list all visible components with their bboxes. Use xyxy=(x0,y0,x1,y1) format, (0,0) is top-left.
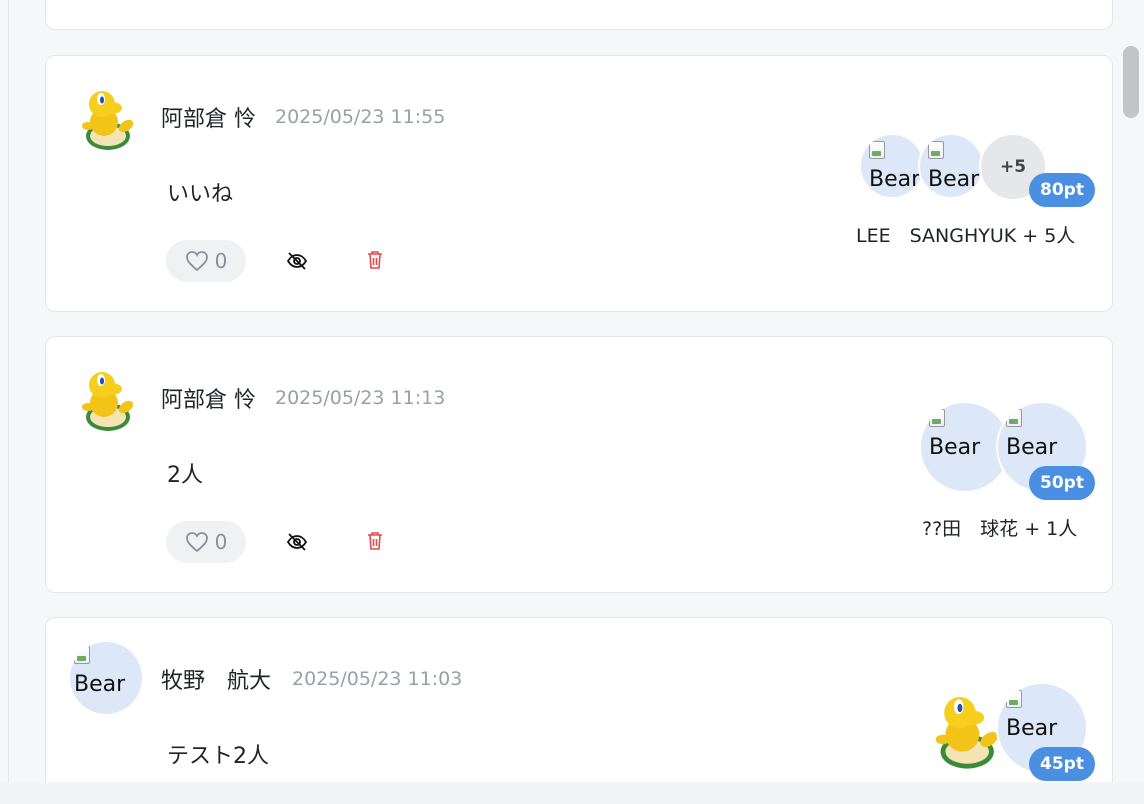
recipients-label: ??田 球花 + 1人 xyxy=(922,518,1078,540)
recipients-label: LEE SANGHYUK + 5人 xyxy=(856,225,1076,247)
trash-icon[interactable] xyxy=(366,531,384,551)
post-message: いいね xyxy=(167,182,234,207)
author-name: 牧野 航大 xyxy=(161,669,272,694)
points-badge: 80pt xyxy=(1029,173,1095,207)
post-card: Bear 牧野 航大 2025/05/23 11:03 テスト2人 Bear 4… xyxy=(45,617,1113,782)
post-timestamp: 2025/05/23 11:13 xyxy=(275,387,446,409)
post-card: 阿部倉 怜 2025/05/23 11:55 いいね 0 Bear Bear +… xyxy=(45,55,1113,312)
broken-image-icon xyxy=(1006,409,1022,427)
post-message: 2人 xyxy=(167,463,203,488)
post-message: テスト2人 xyxy=(167,744,269,769)
author-avatar[interactable] xyxy=(74,367,140,433)
author-avatar[interactable] xyxy=(74,86,140,152)
broken-image-icon xyxy=(1006,690,1022,708)
like-count: 0 xyxy=(214,530,228,554)
author-avatar[interactable]: Bear xyxy=(70,642,142,714)
like-button[interactable]: 0 xyxy=(166,240,246,282)
eye-off-icon[interactable] xyxy=(286,250,308,272)
points-badge: 50pt xyxy=(1029,466,1095,500)
author-name: 阿部倉 怜 xyxy=(161,107,256,132)
post-card: 阿部倉 怜 2025/05/23 11:13 2人 0 Bear Bear 50… xyxy=(45,336,1113,593)
recipient-avatar[interactable] xyxy=(926,688,1006,774)
points-badge: 45pt xyxy=(1029,747,1095,781)
post-feed: 阿部倉 怜 2025/05/23 11:55 いいね 0 Bear Bear +… xyxy=(0,0,1118,782)
author-name: 阿部倉 怜 xyxy=(161,388,256,413)
broken-image-icon xyxy=(928,141,944,159)
post-timestamp: 2025/05/23 11:03 xyxy=(292,668,463,690)
broken-image-icon xyxy=(929,409,945,427)
heart-icon xyxy=(185,532,208,553)
recipient-avatar[interactable]: Bear xyxy=(859,133,925,199)
post-timestamp: 2025/05/23 11:55 xyxy=(275,106,446,128)
recipient-avatar[interactable]: Bear xyxy=(918,133,984,199)
page-bottom-band xyxy=(0,782,1144,804)
heart-icon xyxy=(185,251,208,272)
like-count: 0 xyxy=(214,249,228,273)
like-button[interactable]: 0 xyxy=(166,521,246,563)
broken-image-icon xyxy=(869,141,885,159)
broken-image-icon xyxy=(74,646,90,664)
trash-icon[interactable] xyxy=(366,250,384,270)
scrollbar-thumb[interactable] xyxy=(1123,46,1139,118)
post-card-previous xyxy=(45,0,1113,30)
eye-off-icon[interactable] xyxy=(286,531,308,553)
